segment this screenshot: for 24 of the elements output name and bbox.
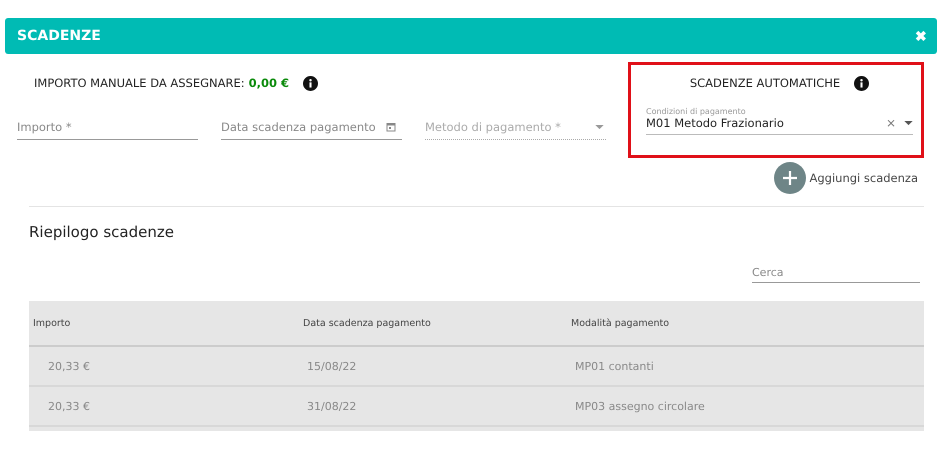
- plus-icon: [774, 162, 806, 194]
- date-field[interactable]: Data scadenza pagamento: [221, 115, 402, 140]
- table-cell: MP01 contanti: [575, 360, 654, 372]
- clear-icon[interactable]: ×: [886, 116, 896, 130]
- table-cell-text: 20,33 €: [47, 400, 91, 412]
- table-cell: MP03 assegno circolare: [575, 400, 705, 412]
- table-cell-text: 31/08/22: [307, 400, 358, 412]
- add-deadline-button[interactable]: Aggiungi scadenza: [774, 162, 918, 194]
- manual-amount-label: IMPORTO MANUALE DA ASSEGNARE:: [34, 76, 245, 90]
- table-cell-text: 15/08/22: [307, 360, 358, 372]
- caret-icon[interactable]: [904, 120, 913, 126]
- manual-amount-value: 0,00 €: [248, 76, 290, 90]
- payment-terms-select[interactable]: Condizioni di pagamento M01 Metodo Frazionario ×: [646, 107, 913, 135]
- section-title: SCADENZE AUTOMATICHE: [690, 76, 840, 90]
- column-header[interactable]: Data scadenza pagamento: [303, 318, 571, 328]
- info-icon[interactable]: [854, 76, 870, 90]
- dialog-title: SCADENZE: [17, 28, 101, 44]
- column-header[interactable]: Modalità pagamento: [571, 318, 670, 328]
- section-heading: Riepilogo scadenze: [29, 223, 175, 241]
- input-field[interactable]: Importo *: [17, 115, 198, 140]
- table-cell-text: 20,33 €: [47, 360, 91, 372]
- info-icon[interactable]: [303, 76, 318, 90]
- calendar-icon[interactable]: [386, 122, 396, 132]
- column-header[interactable]: Importo: [29, 318, 303, 328]
